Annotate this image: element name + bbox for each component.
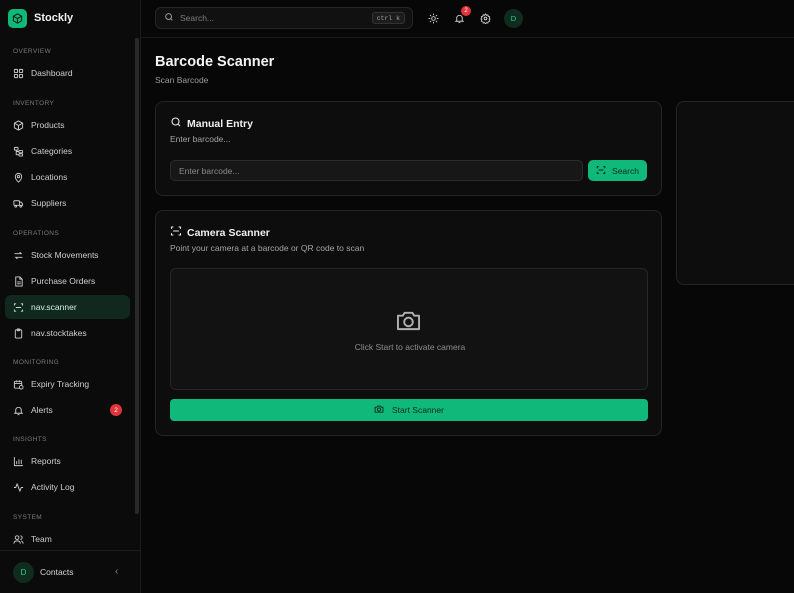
sidebar-item-label: Locations: [31, 172, 68, 182]
sidebar-item-suppliers[interactable]: Suppliers: [5, 191, 130, 215]
user-avatar[interactable]: D: [13, 561, 34, 583]
sidebar: Stockly OVERVIEW Dashboard INVENTORY Pro…: [0, 0, 141, 593]
search-icon: [164, 12, 174, 24]
shortcut-hint: ctrl k: [371, 12, 405, 24]
sidebar-item-reports[interactable]: Reports: [5, 449, 130, 473]
notifications-badge: 2: [461, 6, 471, 16]
section-label-monitoring: MONITORING: [13, 359, 60, 366]
camera-icon: [395, 309, 422, 332]
sun-icon[interactable]: [427, 12, 439, 24]
sidebar-item-categories[interactable]: Categories: [5, 139, 130, 163]
camera-scanner-description: Point your camera at a barcode or QR cod…: [170, 243, 365, 253]
sidebar-item-label: Reports: [31, 456, 61, 466]
section-label-inventory: INVENTORY: [13, 100, 55, 107]
sidebar-scrollbar[interactable]: [135, 38, 139, 514]
contacts-label[interactable]: Contacts: [40, 567, 74, 577]
user-avatar[interactable]: D: [504, 9, 523, 28]
sidebar-item-scanner[interactable]: nav.scanner: [5, 295, 130, 319]
sidebar-item-dashboard[interactable]: Dashboard: [5, 61, 130, 85]
app-root: Stockly OVERVIEW Dashboard INVENTORY Pro…: [0, 0, 794, 593]
card-title: Manual Entry: [170, 116, 253, 131]
section-label-system: SYSTEM: [13, 514, 43, 521]
manual-entry-card: Manual Entry Enter barcode... Search: [155, 101, 662, 196]
sidebar-item-expiry-tracking[interactable]: Expiry Tracking: [5, 372, 130, 396]
map-pin-icon: [13, 172, 24, 183]
sidebar-item-label: nav.scanner: [31, 302, 77, 312]
page-subtitle: Scan Barcode: [155, 75, 209, 85]
file-text-icon: [13, 275, 24, 287]
side-panel-card: [676, 101, 794, 285]
manual-entry-description: Enter barcode...: [170, 134, 231, 144]
activity-icon: [13, 482, 24, 493]
section-label-operations: OPERATIONS: [13, 230, 60, 237]
sidebar-item-stocktakes[interactable]: nav.stocktakes: [5, 321, 130, 345]
alerts-count-badge: 2: [110, 404, 122, 416]
sidebar-footer: D Contacts ‹: [0, 550, 140, 593]
gear-icon[interactable]: [479, 12, 491, 24]
sidebar-item-label: Activity Log: [31, 482, 75, 492]
sidebar-item-stock-movements[interactable]: Stock Movements: [5, 243, 130, 267]
camera-icon: [374, 404, 392, 416]
chevron-left-icon[interactable]: ‹: [115, 567, 125, 577]
sidebar-item-activity-log[interactable]: Activity Log: [5, 475, 130, 499]
camera-scanner-card: Camera Scanner Point your camera at a ba…: [155, 210, 662, 436]
search-button-label: Search: [612, 165, 639, 176]
search-button[interactable]: Search: [588, 160, 647, 181]
search-icon: [170, 116, 187, 131]
sidebar-item-label: nav.stocktakes: [31, 328, 87, 338]
package-icon: [13, 119, 24, 131]
brand[interactable]: Stockly: [8, 8, 73, 28]
calendar-clock-icon: [13, 379, 24, 390]
card-title: Camera Scanner: [170, 225, 270, 240]
topbar: ctrl k 2 D: [141, 0, 794, 38]
truck-icon: [13, 198, 24, 209]
box-logo-icon: [8, 8, 27, 28]
scan-icon: [13, 302, 24, 313]
barcode-input[interactable]: [170, 160, 583, 181]
folder-tree-icon: [13, 146, 24, 157]
sidebar-item-label: Expiry Tracking: [31, 379, 90, 389]
global-search[interactable]: ctrl k: [155, 7, 413, 29]
grid-icon: [13, 68, 24, 79]
sidebar-item-label: Suppliers: [31, 198, 67, 208]
search-input[interactable]: [180, 13, 370, 23]
sidebar-item-label: Alerts: [31, 405, 53, 415]
sidebar-item-label: Purchase Orders: [31, 276, 96, 286]
sidebar-item-label: Categories: [31, 146, 73, 156]
camera-hint: Click Start to activate camera: [354, 342, 466, 352]
sidebar-item-label: Products: [31, 120, 65, 130]
start-scanner-label: Start Scanner: [392, 405, 444, 415]
sidebar-item-locations[interactable]: Locations: [5, 165, 130, 189]
sidebar-item-label: Team: [31, 534, 52, 544]
sidebar-item-team[interactable]: Team: [5, 527, 130, 551]
page-title: Barcode Scanner: [155, 54, 275, 70]
clipboard-icon: [13, 327, 24, 339]
camera-viewport[interactable]: Click Start to activate camera: [170, 268, 648, 390]
sidebar-item-label: Dashboard: [31, 68, 73, 78]
brand-name: Stockly: [34, 12, 74, 24]
section-label-insights: INSIGHTS: [13, 436, 47, 443]
arrows-swap-icon: [13, 250, 24, 261]
camera-scanner-title: Camera Scanner: [187, 226, 270, 239]
sidebar-item-label: Stock Movements: [31, 250, 99, 260]
scan-icon: [170, 225, 187, 240]
bar-chart-icon: [13, 456, 24, 467]
sidebar-item-purchase-orders[interactable]: Purchase Orders: [5, 269, 130, 293]
scan-icon: [596, 165, 612, 177]
bell-icon: [13, 405, 24, 416]
section-label-overview: OVERVIEW: [13, 48, 52, 55]
sidebar-item-products[interactable]: Products: [5, 113, 130, 137]
sidebar-item-alerts[interactable]: Alerts 2: [5, 398, 130, 422]
manual-entry-title: Manual Entry: [187, 117, 253, 130]
users-icon: [13, 534, 24, 545]
start-scanner-button[interactable]: Start Scanner: [170, 399, 648, 421]
